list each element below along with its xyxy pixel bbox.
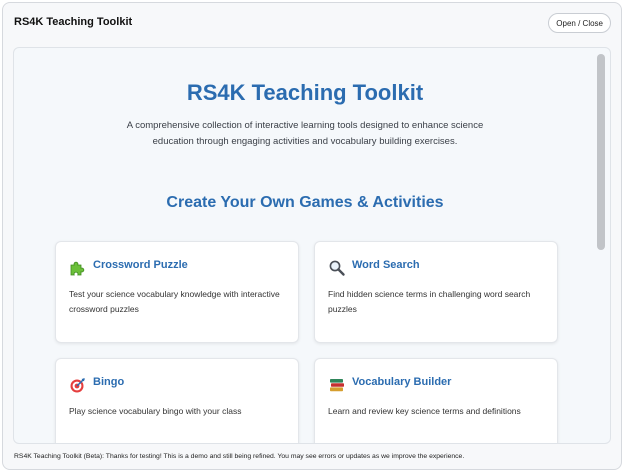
scrollbar-thumb[interactable] bbox=[597, 54, 605, 250]
card-description: Play science vocabulary bingo with your … bbox=[69, 406, 242, 416]
scroll-content: RS4K Teaching Toolkit A comprehensive co… bbox=[14, 48, 596, 443]
card-title: Crossword Puzzle bbox=[93, 259, 188, 271]
vocabulary-builder-card[interactable]: Vocabulary Builder Learn and review key … bbox=[314, 358, 558, 443]
magnifying-glass-icon bbox=[328, 259, 346, 277]
card-description: Find hidden science terms in challenging… bbox=[328, 289, 531, 314]
vertical-scrollbar[interactable] bbox=[594, 48, 610, 443]
bingo-card[interactable]: Bingo Play science vocabulary bingo with… bbox=[55, 358, 299, 443]
open-close-button[interactable]: Open / Close bbox=[548, 13, 611, 33]
beta-notice: RS4K Teaching Toolkit (Beta): Thanks for… bbox=[14, 453, 465, 460]
crossword-puzzle-card[interactable]: Crossword Puzzle Test your science vocab… bbox=[55, 241, 299, 343]
page-subtitle: A comprehensive collection of interactiv… bbox=[126, 120, 484, 147]
target-dart-icon bbox=[69, 376, 87, 394]
page-title: RS4K Teaching Toolkit bbox=[186, 80, 424, 105]
card-description: Test your science vocabulary knowledge w… bbox=[69, 289, 280, 314]
toolkit-frame: RS4K Teaching Toolkit A comprehensive co… bbox=[13, 47, 611, 444]
card-description: Learn and review key science terms and d… bbox=[328, 406, 521, 416]
books-icon bbox=[328, 376, 346, 394]
puzzle-piece-icon bbox=[69, 259, 87, 277]
toolkit-window: RS4K Teaching Toolkit Open / Close RS4K … bbox=[2, 2, 622, 470]
card-title: Bingo bbox=[93, 376, 125, 388]
card-title: Word Search bbox=[352, 259, 420, 271]
window-title: RS4K Teaching Toolkit bbox=[14, 16, 133, 28]
card-title: Vocabulary Builder bbox=[352, 376, 452, 388]
word-search-card[interactable]: Word Search Find hidden science terms in… bbox=[314, 241, 558, 343]
window-header: RS4K Teaching Toolkit Open / Close bbox=[3, 3, 621, 43]
section-heading: Create Your Own Games & Activities bbox=[166, 194, 444, 211]
